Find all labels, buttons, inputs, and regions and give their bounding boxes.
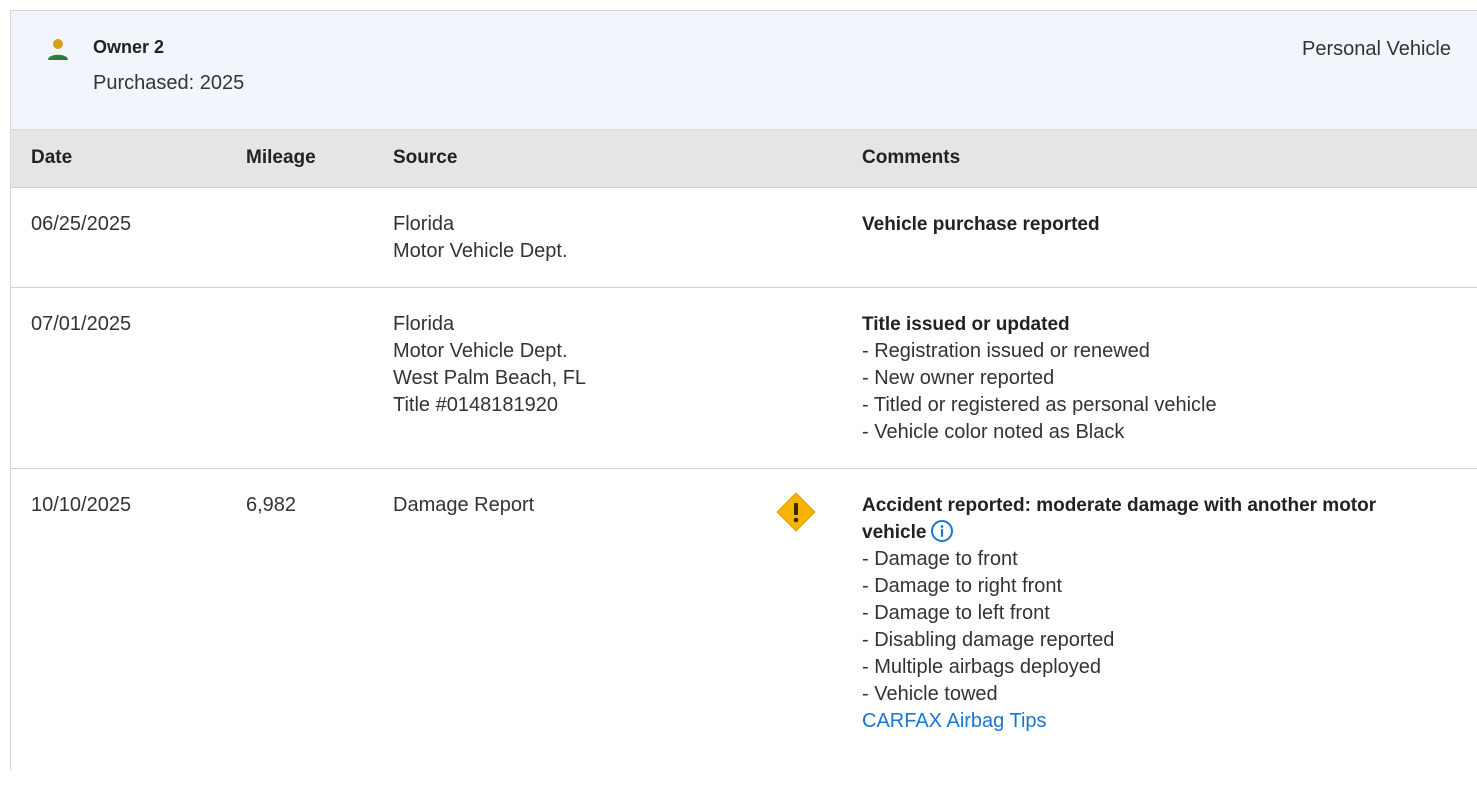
comment-line: - Damage to left front (862, 602, 1050, 624)
comment-line: - Vehicle towed (862, 683, 998, 705)
comment-line: - Vehicle color noted as Black (862, 421, 1125, 443)
source-line: Motor Vehicle Dept. (393, 240, 568, 262)
owner-header: Owner 2 Purchased: 2025 Personal Vehicle (11, 11, 1477, 130)
column-header-date: Date (31, 147, 73, 168)
person-icon (48, 39, 68, 60)
row-source: Damage Report (393, 492, 534, 519)
row-date: 10/10/2025 (31, 494, 132, 516)
source-line: Damage Report (393, 494, 535, 516)
row-source: Florida Motor Vehicle Dept. West Palm Be… (393, 311, 586, 419)
comment-line: - Titled or registered as personal vehic… (862, 394, 1217, 416)
owner-name: Owner 2 (93, 37, 165, 57)
source-line: Title #0148181920 (393, 394, 558, 416)
column-header-comments: Comments (862, 147, 961, 168)
comment-title: Title issued or updated (862, 314, 1070, 335)
row-comments: Title issued or updated - Registration i… (862, 311, 1462, 446)
warning-diamond-icon (776, 492, 816, 532)
row-comments: Accident reported: moderate damage with … (862, 492, 1462, 735)
source-line: Motor Vehicle Dept. (393, 340, 568, 362)
column-header-mileage: Mileage (246, 147, 316, 168)
airbag-tips-link[interactable]: CARFAX Airbag Tips (862, 710, 1047, 732)
owner-history-card: Owner 2 Purchased: 2025 Personal Vehicle… (10, 10, 1477, 770)
row-comments: Vehicle purchase reported (862, 211, 1462, 238)
comment-title: Accident reported: moderate damage with … (862, 495, 1377, 516)
comment-line: - Damage to front (862, 548, 1018, 570)
row-date: 06/25/2025 (31, 213, 132, 235)
comment-title-continuation: vehicle (862, 522, 927, 543)
comment-line: - New owner reported (862, 367, 1055, 389)
comment-line: - Disabling damage reported (862, 629, 1115, 651)
comment-line: - Registration issued or renewed (862, 340, 1150, 362)
comment-line: - Damage to right front (862, 575, 1063, 597)
column-header-source: Source (393, 147, 458, 168)
info-circle-icon[interactable] (930, 519, 954, 543)
vehicle-type: Personal Vehicle (1302, 38, 1451, 60)
table-row: 07/01/2025 Florida Motor Vehicle Dept. W… (11, 288, 1477, 469)
comment-line: - Multiple airbags deployed (862, 656, 1102, 678)
row-source: Florida Motor Vehicle Dept. (393, 211, 568, 265)
row-date: 07/01/2025 (31, 313, 132, 335)
source-line: Florida (393, 313, 455, 335)
table-row: 10/10/2025 6,982 Damage Report Accident … (11, 469, 1477, 789)
source-line: West Palm Beach, FL (393, 367, 587, 389)
source-line: Florida (393, 213, 455, 235)
row-mileage: 6,982 (246, 494, 297, 516)
table-row: 06/25/2025 Florida Motor Vehicle Dept. V… (11, 188, 1477, 288)
table-header: Date Mileage Source Comments (11, 130, 1477, 188)
comment-title-line2: vehicle (862, 519, 1462, 546)
comment-title: Vehicle purchase reported (862, 214, 1100, 235)
owner-purchased: Purchased: 2025 (93, 72, 245, 94)
